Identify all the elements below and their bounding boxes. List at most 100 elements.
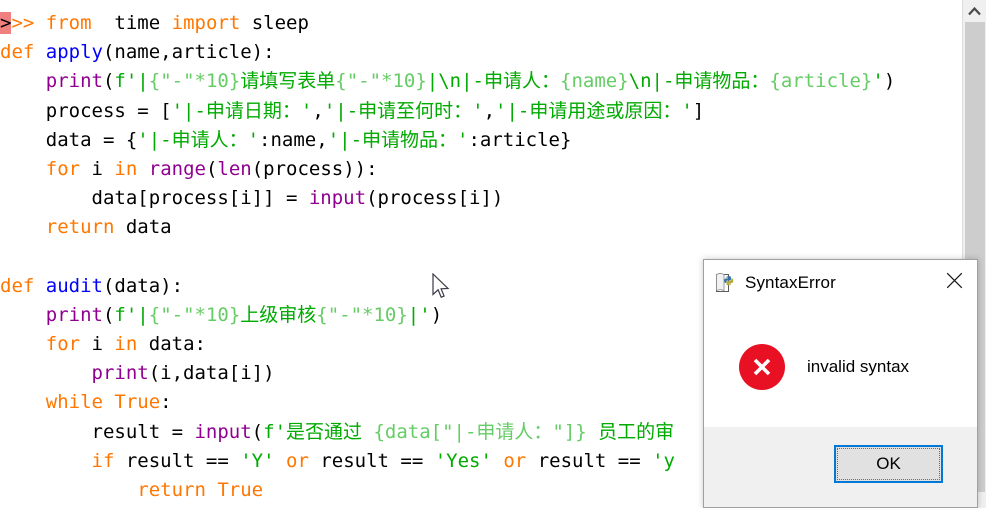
code-token: |': [407, 303, 431, 326]
code-token: or: [274, 449, 321, 472]
scroll-up-button[interactable]: [963, 0, 986, 22]
code-token: 请填写表单: [240, 70, 336, 93]
code-token: :: [160, 391, 172, 414]
code-token: {"-"*10}: [335, 70, 427, 93]
code-token: def: [0, 274, 46, 297]
code-token: 'y: [652, 449, 675, 472]
code-line: def apply(name,article):: [0, 38, 962, 67]
code-token: (data):: [102, 274, 184, 297]
code-token: >: [0, 12, 12, 34]
code-line: for i in range(len(process)):: [0, 155, 962, 184]
code-line: print(f'|{"-"*10}请填写表单{"-"*10}|\n|-申请人：{…: [0, 67, 962, 96]
code-line: data[process[i]] = input(process[i]): [0, 184, 962, 213]
code-token: |\n|-申请人：: [426, 70, 560, 93]
code-token: '|-申请人：': [137, 128, 260, 151]
code-token: {data["|-申请人："]}: [373, 420, 587, 443]
code-token: print: [91, 362, 149, 385]
code-token: in: [114, 333, 149, 356]
code-token: result =: [0, 420, 195, 443]
code-token: ': [872, 70, 884, 93]
ok-button[interactable]: OK: [834, 445, 943, 483]
code-token: for: [45, 157, 92, 180]
code-line: process = ['|-申请日期：','|-申请至何时：','|-申请用途或…: [0, 97, 962, 126]
code-token: (name,article):: [102, 41, 275, 64]
code-token: (: [102, 70, 115, 93]
code-token: return: [137, 479, 218, 501]
code-token: data = {: [0, 128, 138, 151]
code-token: {"-"*10}: [316, 303, 408, 326]
syntax-error-dialog: SyntaxError invalid syntax OK: [703, 259, 978, 508]
python-idle-icon: [715, 272, 737, 294]
code-token: input: [308, 187, 367, 210]
code-token: ]: [692, 99, 705, 122]
code-token: audit: [45, 274, 103, 297]
code-token: sleep: [251, 12, 309, 34]
code-token: 员工的审: [586, 420, 675, 443]
code-token: >>: [11, 12, 46, 34]
code-token: (: [251, 420, 264, 443]
code-token: print: [45, 303, 103, 326]
dialog-titlebar[interactable]: SyntaxError: [704, 260, 977, 306]
code-token: ): [430, 303, 443, 326]
close-button[interactable]: [931, 260, 977, 306]
code-token: data: [125, 216, 172, 239]
code-token: while: [45, 391, 115, 414]
code-token: ): [883, 70, 896, 93]
code-token: result ==: [125, 449, 241, 472]
ok-button-label: OK: [876, 454, 901, 473]
code-token: {"-"*10}: [148, 303, 241, 326]
dialog-footer: OK: [704, 427, 977, 507]
code-token: result ==: [320, 449, 435, 472]
dialog-title: SyntaxError: [745, 273, 836, 292]
code-line: return data: [0, 213, 962, 242]
code-token: input: [194, 420, 252, 443]
code-token: \n|-申请物品：: [628, 70, 770, 93]
code-token: apply: [45, 41, 103, 64]
code-token: from: [45, 12, 103, 34]
code-token: (i,data[i]): [148, 362, 275, 385]
code-token: '|-申请日期：': [171, 99, 313, 122]
code-token: (: [205, 157, 218, 180]
code-token: :name,: [259, 128, 328, 151]
code-token: 'Y': [240, 449, 275, 472]
code-token: '|-申请至何时：': [323, 99, 484, 122]
code-token: True: [114, 391, 161, 414]
error-message-text: invalid syntax: [807, 357, 910, 376]
code-token: return: [45, 216, 126, 239]
code-token: def: [0, 41, 46, 64]
screenshot-root: >>> from time import sleep def apply(name…: [0, 0, 986, 508]
code-token: f'是否通过: [263, 420, 374, 443]
code-token: ,: [483, 99, 496, 122]
code-token: {name}: [560, 70, 629, 93]
code-token: if: [91, 449, 126, 472]
code-token: {article}: [769, 70, 873, 93]
code-token: data:: [148, 333, 206, 356]
code-token: import: [171, 12, 252, 34]
dialog-body: invalid syntax: [704, 306, 977, 428]
code-token: len: [217, 157, 252, 180]
code-token: 'Yes': [434, 449, 492, 472]
code-token: (process[i]): [366, 187, 504, 210]
code-token: process = [: [0, 99, 172, 122]
code-token: '|-申请用途或原因：': [495, 99, 693, 122]
code-token: time: [102, 12, 172, 34]
code-token: i: [91, 333, 115, 356]
code-token: result ==: [537, 449, 653, 472]
code-token: 上级审核: [240, 303, 317, 326]
code-token: range: [148, 157, 206, 180]
code-token: or: [491, 449, 538, 472]
code-line: data = {'|-申请人：':name,'|-申请物品：':article}: [0, 126, 962, 155]
code-token: (process)):: [251, 157, 378, 180]
code-token: f'|: [114, 70, 149, 93]
code-line: >>> from time import sleep: [0, 9, 962, 38]
code-token: ,: [312, 99, 324, 122]
code-token: :article}: [468, 128, 572, 151]
code-token: in: [114, 157, 149, 180]
code-token: (: [102, 303, 115, 326]
